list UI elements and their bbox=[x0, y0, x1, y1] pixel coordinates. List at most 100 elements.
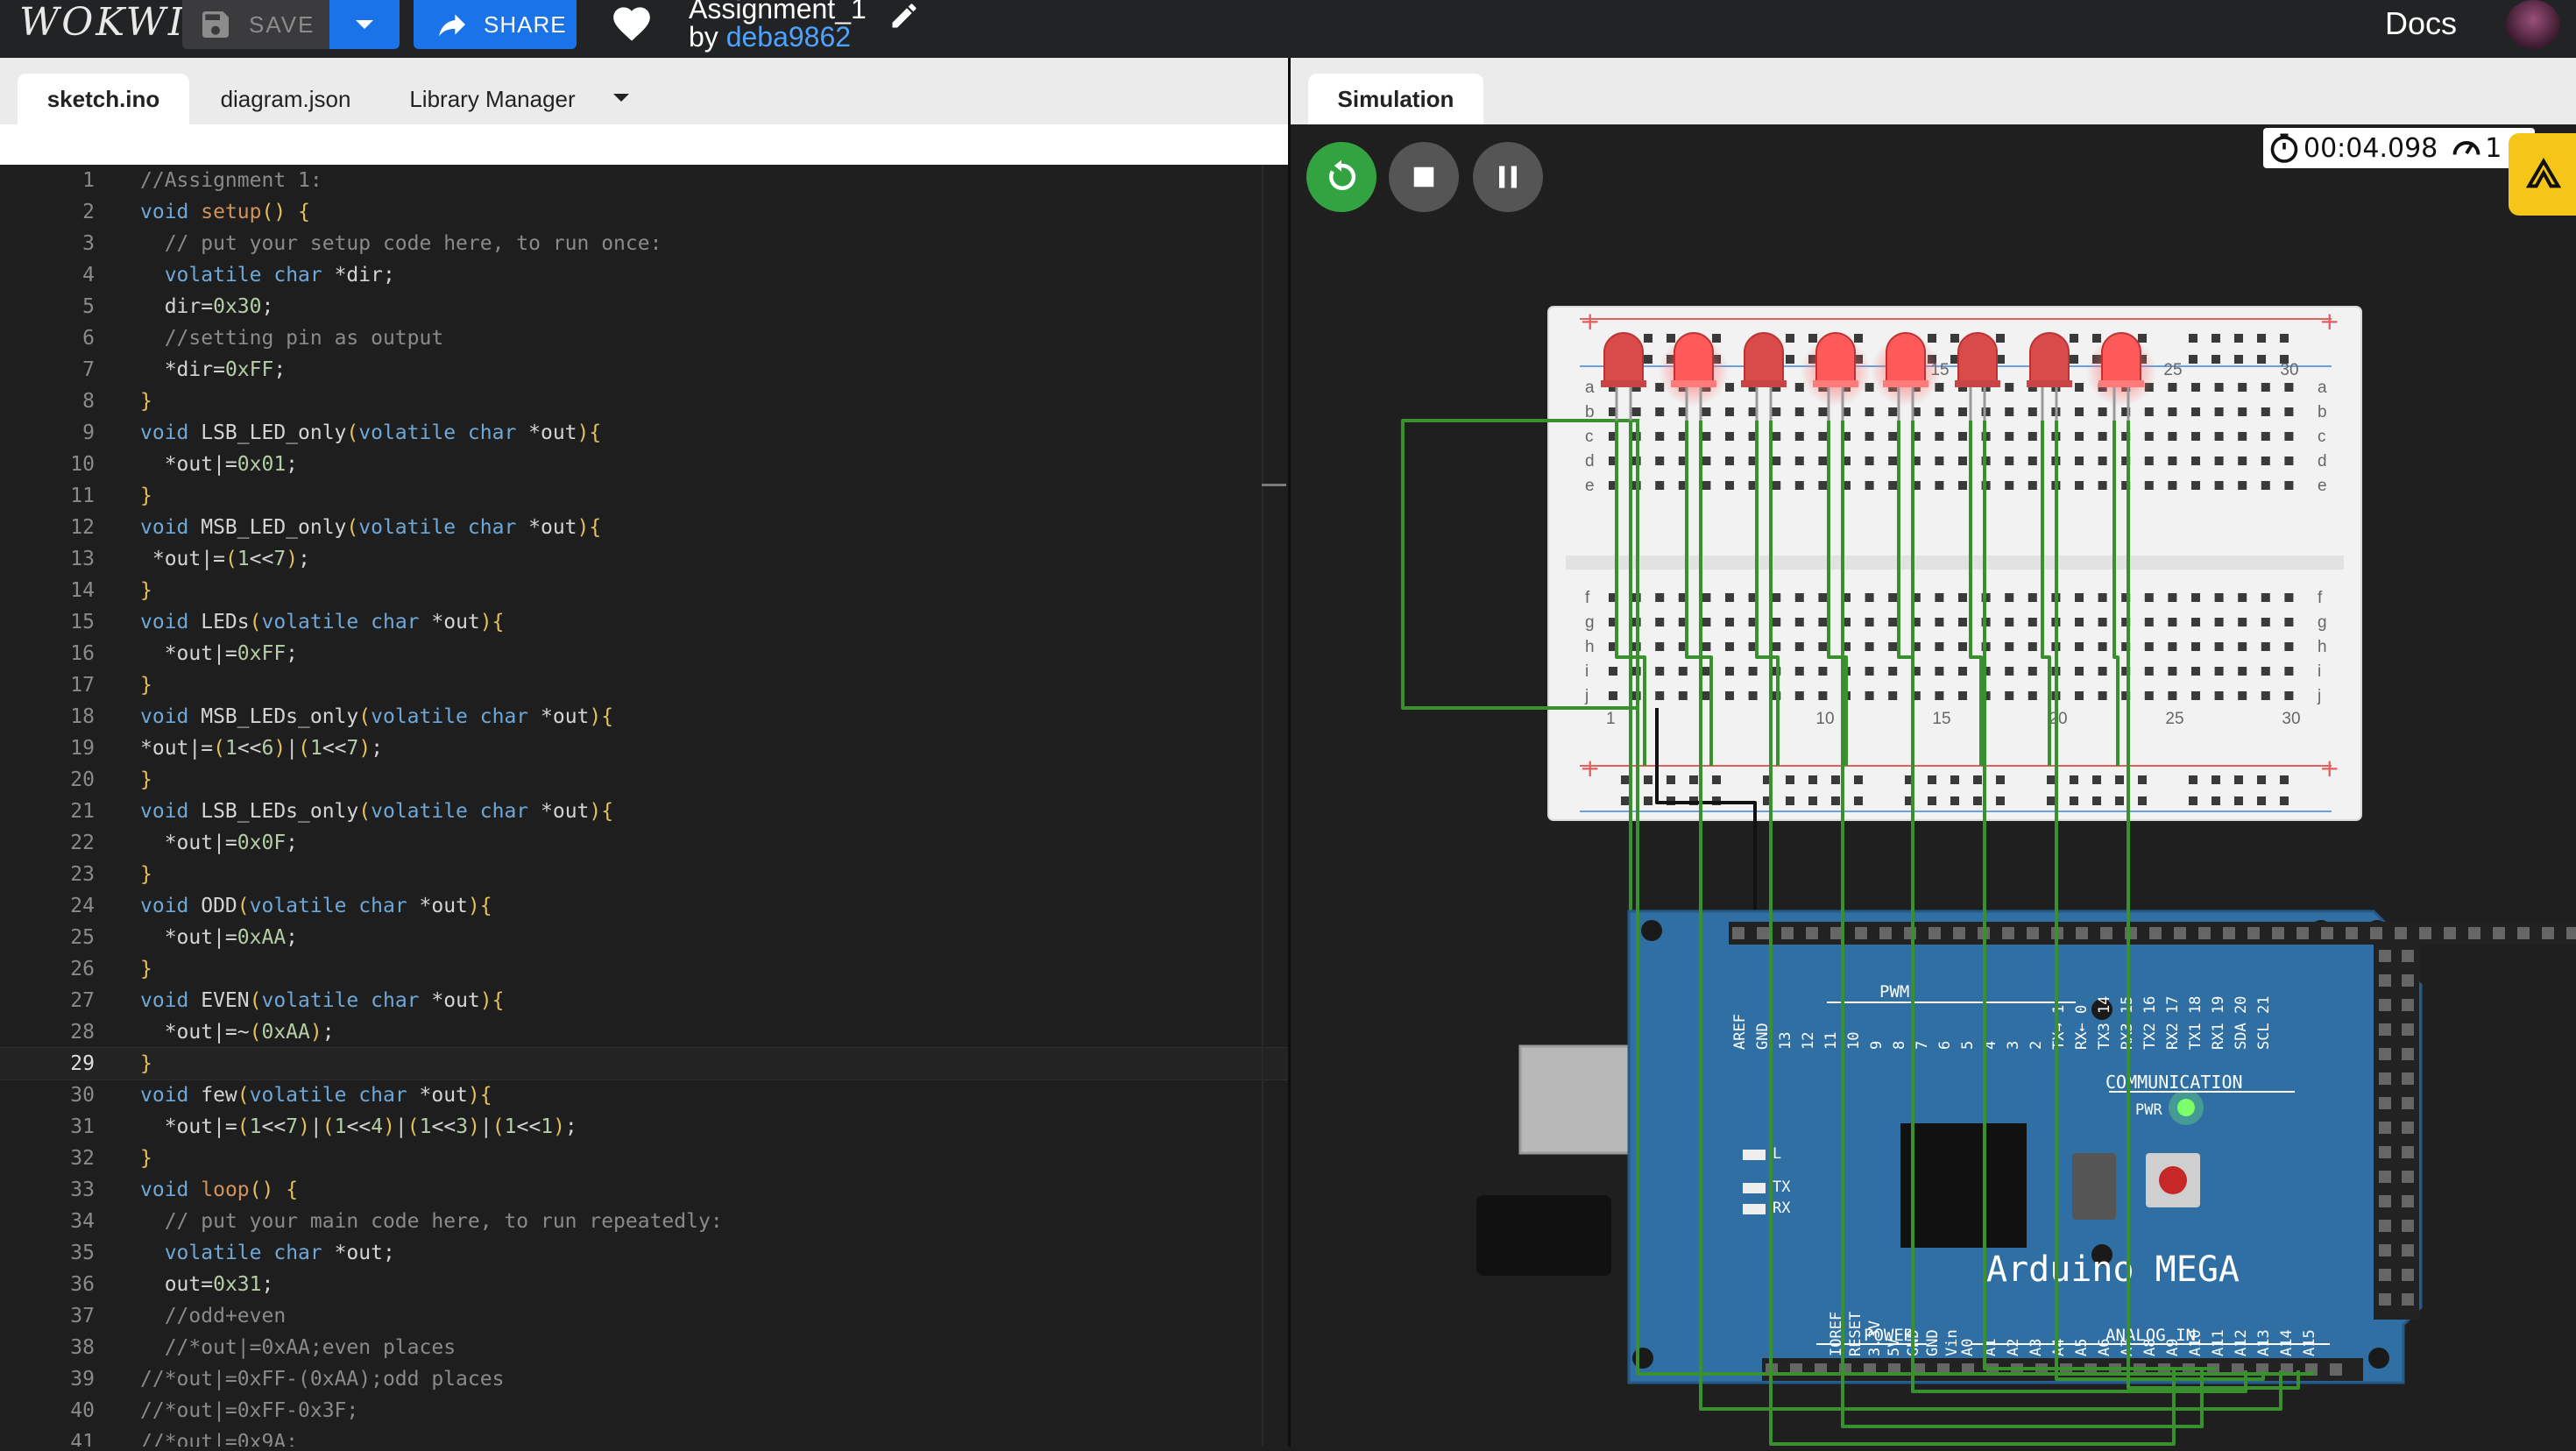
code-line[interactable]: 17} bbox=[0, 669, 1288, 701]
led-base bbox=[1601, 380, 1646, 387]
analog-pin-label: A8 bbox=[2141, 1339, 2159, 1356]
breadboard-row-letter: h bbox=[2318, 638, 2327, 656]
avatar[interactable] bbox=[2506, 0, 2560, 49]
code-line[interactable]: 2 void setup() { bbox=[0, 196, 1288, 228]
code-line[interactable]: 24 void ODD(volatile char *out){ bbox=[0, 890, 1288, 922]
code-line[interactable]: 8} bbox=[0, 386, 1288, 417]
rail-plus-marker: + bbox=[2319, 307, 2339, 336]
digital-pin-label: 5 bbox=[1959, 1041, 1977, 1050]
code-line[interactable]: 29} bbox=[0, 1047, 1288, 1080]
header-pin bbox=[2223, 927, 2235, 939]
code-line[interactable]: 37 //odd+even bbox=[0, 1300, 1288, 1332]
code-line[interactable]: 30 void few(volatile char *out){ bbox=[0, 1079, 1288, 1111]
tab-simulation[interactable]: Simulation bbox=[1308, 74, 1483, 124]
tab-library-manager[interactable]: Library Manager bbox=[393, 74, 592, 124]
digital-pin-label: AREF bbox=[1731, 1014, 1749, 1050]
circuit-canvas[interactable]: + + + + 150253011015202530aabbccddeeffgg… bbox=[1291, 165, 2576, 1447]
code-line[interactable]: 15 void LEDs(volatile char *out){ bbox=[0, 606, 1288, 638]
header-pin bbox=[1830, 927, 1843, 939]
code-line[interactable]: 27 void EVEN(volatile char *out){ bbox=[0, 985, 1288, 1016]
led-rx-indicator bbox=[1743, 1204, 1766, 1214]
header-pin bbox=[2379, 1023, 2391, 1036]
analog-pin-label: A10 bbox=[2187, 1329, 2204, 1356]
analog-pin-label: A13 bbox=[2255, 1329, 2273, 1356]
code-line[interactable]: 14} bbox=[0, 575, 1288, 606]
code-text: //*out|=0xFF-0x3F; bbox=[140, 1399, 359, 1422]
digital-pin-label: 11 bbox=[1822, 1032, 1840, 1050]
code-line[interactable]: 19 *out|=(1<<6)|(1<<7); bbox=[0, 733, 1288, 764]
header-pin bbox=[2379, 1122, 2391, 1134]
code-line[interactable]: 9 void LSB_LED_only(volatile char *out){ bbox=[0, 417, 1288, 449]
header-pin bbox=[2002, 927, 2014, 939]
code-line[interactable]: 12 void MSB_LED_only(volatile char *out){ bbox=[0, 512, 1288, 543]
code-text: // put your setup code here, to run once… bbox=[164, 232, 662, 255]
share-button[interactable]: SHARE bbox=[414, 0, 577, 49]
tabs-menu-caret-icon[interactable] bbox=[610, 91, 633, 105]
code-line[interactable]: 3 // put your setup code here, to run on… bbox=[0, 228, 1288, 259]
restart-simulation-button[interactable] bbox=[1306, 142, 1376, 212]
code-line[interactable]: 5 dir=0x30; bbox=[0, 291, 1288, 322]
sim-flash-button[interactable] bbox=[2509, 133, 2576, 216]
code-line[interactable]: 32} bbox=[0, 1143, 1288, 1174]
docs-link[interactable]: Docs bbox=[2385, 5, 2457, 42]
editor-scrollbar-track[interactable] bbox=[1262, 165, 1263, 1447]
code-line[interactable]: 7 *dir=0xFF; bbox=[0, 354, 1288, 386]
pause-simulation-button[interactable] bbox=[1473, 142, 1543, 212]
code-line[interactable]: 25 *out|=0xAA; bbox=[0, 922, 1288, 953]
code-line[interactable]: 41 //*out|=0x9A; bbox=[0, 1426, 1288, 1447]
stop-simulation-button[interactable] bbox=[1389, 142, 1459, 212]
line-number: 17 bbox=[70, 674, 95, 697]
digital-pin-label: 12 bbox=[1800, 1032, 1817, 1050]
code-line[interactable]: 21 void LSB_LEDs_only(volatile char *out)… bbox=[0, 796, 1288, 827]
wokwi-logo[interactable]: WOKWI bbox=[19, 0, 186, 45]
reset-button[interactable] bbox=[2146, 1153, 2200, 1207]
breadboard-row-letter: g bbox=[2318, 613, 2327, 632]
code-line[interactable]: 22 *out|=0x0F; bbox=[0, 827, 1288, 859]
header-pin bbox=[2402, 1293, 2414, 1306]
header-pin bbox=[2517, 927, 2530, 939]
line-number: 7 bbox=[82, 358, 95, 381]
code-line[interactable]: 1 //Assignment 1: bbox=[0, 165, 1288, 196]
code-line[interactable]: 16 *out|=0xFF; bbox=[0, 638, 1288, 669]
code-line[interactable]: 28 *out|=~(0xAA); bbox=[0, 1016, 1288, 1048]
code-line[interactable]: 6 //setting pin as output bbox=[0, 322, 1288, 354]
code-editor[interactable]: 1 //Assignment 1: 2 void setup() {3 // put … bbox=[0, 165, 1288, 1447]
save-button[interactable]: SAVE bbox=[182, 0, 329, 49]
digital-pin-label: 13 bbox=[1777, 1032, 1794, 1050]
led-body bbox=[1886, 332, 1926, 385]
circuit-diagram[interactable]: + + + + 150253011015202530aabbccddeeffgg… bbox=[1291, 165, 2576, 1447]
code-line[interactable]: 10 *out|=0x01; bbox=[0, 449, 1288, 480]
heart-icon[interactable] bbox=[610, 2, 654, 42]
code-line[interactable]: 11} bbox=[0, 480, 1288, 512]
code-line[interactable]: 23} bbox=[0, 859, 1288, 890]
code-line[interactable]: 40 //*out|=0xFF-0x3F; bbox=[0, 1395, 1288, 1426]
code-text: *out|=0x0F; bbox=[140, 832, 299, 854]
code-line[interactable]: 39 //*out|=0xFF-(0xAA);odd places bbox=[0, 1363, 1288, 1395]
code-line[interactable]: 38 //*out|=0xAA;even places bbox=[0, 1332, 1288, 1363]
author-link[interactable]: deba9862 bbox=[726, 21, 851, 53]
led-body bbox=[1674, 332, 1714, 385]
line-number: 35 bbox=[70, 1242, 95, 1264]
code-line[interactable]: 36 out=0x31; bbox=[0, 1269, 1288, 1300]
header-pin bbox=[2346, 927, 2358, 939]
label-tx: TX bbox=[1773, 1178, 1791, 1196]
code-line[interactable]: 35 volatile char *out; bbox=[0, 1237, 1288, 1269]
led-base bbox=[1955, 380, 2000, 387]
code-text: void MSB_LEDs_only(volatile char *out){ bbox=[140, 705, 614, 728]
arduino-mega-board[interactable]: Arduino MEGA PWM COMMUNICATION POWER ANA… bbox=[1476, 910, 2576, 1384]
code-line[interactable]: 34 // put your main code here, to run re… bbox=[0, 1206, 1288, 1237]
code-line[interactable]: 13 *out|=(1<<7); bbox=[0, 543, 1288, 575]
code-line[interactable]: 20} bbox=[0, 764, 1288, 796]
tab-diagram-json[interactable]: diagram.json bbox=[200, 74, 372, 124]
edit-title-icon[interactable] bbox=[885, 0, 924, 32]
code-line[interactable]: 18 void MSB_LEDs_only(volatile char *out)… bbox=[0, 701, 1288, 733]
tab-sketch-ino[interactable]: sketch.ino bbox=[18, 74, 189, 124]
code-text: void EVEN(volatile char *out){ bbox=[140, 989, 505, 1012]
header-pin bbox=[2370, 927, 2382, 939]
header-pin bbox=[2444, 927, 2456, 939]
code-line[interactable]: 31 *out|=(1<<7)|(1<<4)|(1<<3)|(1<<1); bbox=[0, 1111, 1288, 1143]
save-options-dropdown[interactable] bbox=[329, 0, 400, 49]
code-line[interactable]: 33 void loop() { bbox=[0, 1174, 1288, 1206]
code-line[interactable]: 4 volatile char *dir; bbox=[0, 259, 1288, 291]
code-line[interactable]: 26} bbox=[0, 953, 1288, 985]
